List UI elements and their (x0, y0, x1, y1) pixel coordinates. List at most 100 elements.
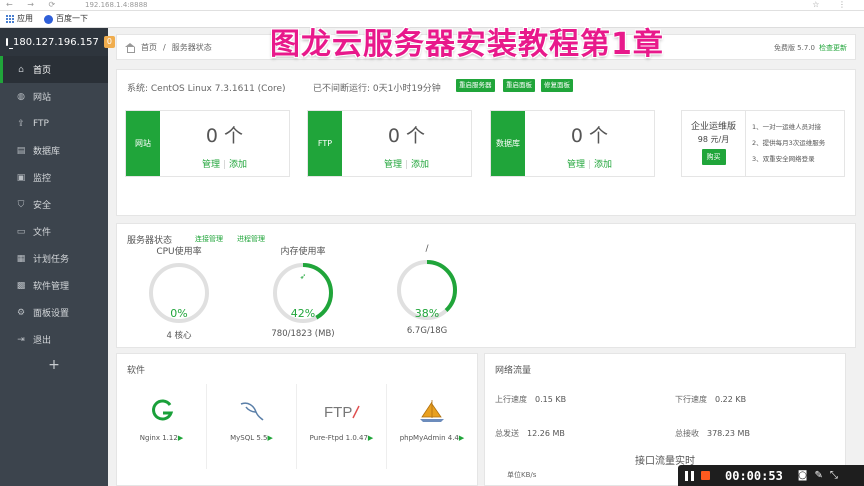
address-bar[interactable]: 192.168.1.4:8888 (85, 0, 147, 10)
logout-icon: ⇥ (17, 334, 25, 345)
repair-panel-button[interactable]: 修复面板 (541, 79, 573, 92)
software-name: phpMyAdmin 4.4▶ (399, 434, 465, 442)
disk-gauge[interactable]: / 38% 6.7G/18G (382, 244, 472, 336)
software-name: Nginx 1.12▶ (139, 434, 184, 442)
rocket-icon[interactable]: ➶ (300, 272, 307, 281)
collapse-icon[interactable]: ⤡ (830, 470, 838, 481)
download-speed: 下行速度 0.22 KB (675, 395, 747, 404)
recorder-toolbar: 00:00:53 ◙ ✎ ⤡ (678, 465, 864, 486)
restart-server-button[interactable]: 重启服务器 (456, 79, 495, 92)
sidebar-item-6[interactable]: ▭ 文件 (0, 218, 108, 245)
sidebar-item-label: 面板设置 (33, 309, 70, 319)
stop-icon[interactable] (701, 471, 710, 480)
gauge-sub: 4 核心 (166, 331, 192, 341)
sidebar-item-label: FTP (33, 118, 49, 129)
bookmark-label: 百度一下 (56, 14, 88, 23)
manage-link[interactable]: 管理 (202, 160, 220, 170)
sidebar-item-10[interactable]: ⇥ 退出 (0, 326, 108, 353)
apps-grid-icon (6, 15, 14, 23)
pen-icon[interactable]: ✎ (815, 470, 823, 481)
connection-manage-link[interactable]: 连接管理 (195, 234, 223, 244)
baidu-paw-icon (44, 14, 53, 24)
sidebar: 180.127.196.157 0 ⌂ 首页 ◍ 网站 ⇪ FTP ▤ 数据库 ▣ 监控 ⛉ 安全 ▭ 文… (0, 28, 115, 486)
gauge-caption: CPU使用率 (156, 247, 202, 257)
gauge-percent: 0% (170, 307, 188, 320)
gauge-percent: 42% (290, 307, 316, 320)
uptime-text: 已不间断运行: 0天1小时19分钟 (313, 84, 441, 94)
folder-icon: ▭ (16, 226, 26, 237)
add-link[interactable]: 添加 (594, 160, 612, 170)
sidebar-item-3[interactable]: ▤ 数据库 (0, 137, 108, 164)
breadcrumb-home[interactable]: 首页 (141, 42, 157, 53)
monitor-icon: ▣ (16, 172, 26, 183)
manage-link[interactable]: 管理 (384, 160, 402, 170)
sidebar-item-8[interactable]: ▩ 软件管理 (0, 272, 108, 299)
bookmark-baidu[interactable]: 百度一下 (44, 11, 88, 27)
browser-nav-icons[interactable]: ← → ⟳ (6, 0, 61, 10)
card-count: 0 个 (205, 125, 244, 147)
sidebar-item-1[interactable]: ◍ 网站 (0, 83, 108, 110)
browser-menu-icons[interactable]: ☆ ⋮ (812, 0, 854, 10)
server-status-panel: 服务器状态 连接管理 进程管理 CPU使用率 0% 4 核心 内存使用率 ➶ 4… (116, 223, 856, 348)
home-icon[interactable] (125, 42, 135, 53)
feature-item: 1、一对一运维人员对接 (752, 123, 822, 131)
sidebar-item-label: 安全 (33, 201, 52, 211)
software-pureftpd[interactable]: FTP Pure-Ftpd 1.0.47▶ (297, 384, 387, 469)
total-received: 总接收 378.23 MB (675, 429, 750, 438)
video-title-overlay: 图龙云服务器安装教程第1章 (270, 27, 664, 62)
sidebar-item-label: 软件管理 (33, 282, 70, 292)
system-info-panel: 系统: CentOS Linux 7.3.1611 (Core) 已不间断运行:… (116, 69, 856, 216)
upload-speed: 上行速度 0.15 KB (495, 395, 567, 404)
software-panel: 软件 Nginx 1.12▶ MySQL 5.5▶ FTP Pure-Ftpd … (116, 353, 478, 486)
ftp-icon: FTP (297, 396, 386, 426)
monitor-icon (6, 38, 13, 49)
sidebar-item-7[interactable]: ▦ 计划任务 (0, 245, 108, 272)
bookmark-apps[interactable]: 应用 (6, 11, 33, 27)
card-actions: 管理 | 添加 (525, 157, 654, 170)
apps-icon: ▩ (16, 280, 26, 291)
panel-title: 网络流量 (495, 366, 532, 376)
software-name: MySQL 5.5▶ (230, 434, 273, 442)
gauge-percent: 38% (414, 307, 440, 320)
check-update-link[interactable]: 检查更新 (819, 44, 847, 52)
separator: | (587, 160, 592, 170)
sidebar-item-2[interactable]: ⇪ FTP (0, 110, 108, 137)
panel-title: 软件 (127, 366, 146, 376)
sidebar-item-9[interactable]: ⚙ 面板设置 (0, 299, 108, 326)
database-card: 数据库 0 个 管理 | 添加 (490, 110, 655, 177)
cpu-gauge[interactable]: CPU使用率 0% 4 核心 (134, 244, 224, 341)
software-mysql[interactable]: MySQL 5.5▶ (207, 384, 297, 469)
add-icon[interactable]: + (0, 357, 108, 373)
sidebar-item-label: 文件 (33, 228, 52, 238)
pause-icon[interactable] (685, 470, 694, 481)
add-link[interactable]: 添加 (411, 160, 429, 170)
sidebar-item-label: 计划任务 (33, 255, 70, 265)
add-link[interactable]: 添加 (229, 160, 247, 170)
website-card: 网站 0 个 管理 | 添加 (125, 110, 290, 177)
enterprise-card: 企业运维版 98 元/月 购买 1、一对一运维人员对接 2、提供每月3次运维服务… (681, 110, 845, 177)
calendar-icon: ▦ (16, 253, 26, 264)
software-phpmyadmin[interactable]: phpMyAdmin 4.4▶ (387, 384, 477, 469)
card-label: FTP (308, 111, 342, 176)
card-actions: 管理 | 添加 (342, 157, 471, 170)
feature-item: 3、双重安全网络登录 (752, 155, 815, 163)
phpmyadmin-icon (387, 396, 477, 426)
memory-gauge[interactable]: 内存使用率 ➶ 42% 780/1823 (MB) (258, 244, 348, 339)
sidebar-item-4[interactable]: ▣ 监控 (0, 164, 108, 191)
restart-panel-button[interactable]: 重启面板 (503, 79, 535, 92)
server-ip: 180.127.196.157 (13, 36, 99, 48)
process-manage-link[interactable]: 进程管理 (237, 234, 265, 244)
buy-button[interactable]: 购买 (701, 149, 726, 165)
version-label: 免费版 5.7.0 (773, 44, 815, 52)
sidebar-item-0[interactable]: ⌂ 首页 (0, 56, 108, 83)
manage-link[interactable]: 管理 (567, 160, 585, 170)
feature-item: 2、提供每月3次运维服务 (752, 139, 826, 147)
ftp-card: FTP 0 个 管理 | 添加 (307, 110, 472, 177)
sidebar-item-label: 监控 (33, 174, 52, 184)
software-nginx[interactable]: Nginx 1.12▶ (117, 384, 207, 469)
sidebar-item-5[interactable]: ⛉ 安全 (0, 191, 108, 218)
camera-icon[interactable]: ◙ (798, 470, 808, 481)
sidebar-item-label: 数据库 (33, 147, 61, 157)
recording-timer: 00:00:53 (725, 468, 783, 483)
breadcrumb-separator: / (163, 42, 166, 52)
